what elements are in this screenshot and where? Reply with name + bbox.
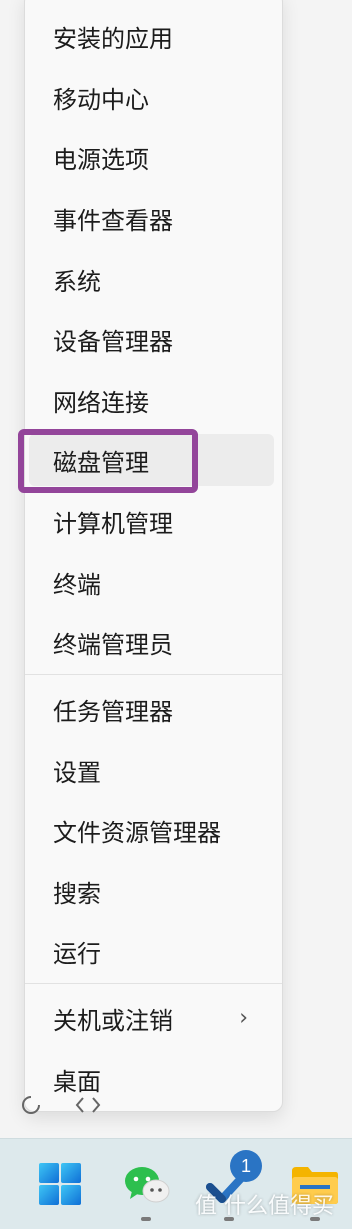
menu-item-label: 文件资源管理器: [53, 818, 221, 847]
menu-item-label: 设置: [53, 758, 101, 787]
menu-item-mobility-center[interactable]: 移动中心: [29, 71, 274, 123]
notification-badge: 1: [230, 1150, 262, 1182]
running-indicator: [141, 1217, 151, 1221]
menu-item-computer-management[interactable]: 计算机管理: [29, 495, 274, 547]
menu-separator: [25, 983, 282, 984]
menu-item-terminal-admin[interactable]: 终端管理员: [29, 616, 274, 668]
menu-item-label: 设备管理器: [53, 327, 173, 356]
menu-item-label: 终端管理员: [53, 630, 173, 659]
menu-item-label: 电源选项: [53, 145, 149, 174]
annotation-highlight-box: [18, 429, 198, 493]
menu-item-label: 任务管理器: [53, 697, 173, 726]
menu-item-label: 搜索: [53, 879, 101, 908]
menu-item-run[interactable]: 运行: [29, 925, 274, 977]
menu-item-event-viewer[interactable]: 事件查看器: [29, 192, 274, 244]
menu-item-label: 桌面: [53, 1067, 101, 1096]
menu-item-installed-apps[interactable]: 安装的应用: [29, 10, 274, 62]
menu-item-label: 终端: [53, 570, 101, 599]
chevron-right-icon: ›: [239, 1005, 248, 1031]
menu-item-search[interactable]: 搜索: [29, 865, 274, 917]
menu-item-label: 计算机管理: [53, 509, 173, 538]
menu-item-network-connections[interactable]: 网络连接: [29, 374, 274, 426]
desktop-peek-icons: [16, 1094, 126, 1124]
menu-item-task-manager[interactable]: 任务管理器: [29, 683, 274, 735]
menu-item-label: 安装的应用: [53, 24, 173, 53]
menu-item-terminal[interactable]: 终端: [29, 556, 274, 608]
menu-item-shutdown-signout[interactable]: 关机或注销 ›: [29, 992, 274, 1044]
menu-item-label: 关机或注销: [53, 1006, 173, 1035]
menu-item-power-options[interactable]: 电源选项: [29, 131, 274, 183]
watermark: 值 什么值得买: [195, 1194, 334, 1219]
menu-separator: [25, 674, 282, 675]
menu-item-label: 运行: [53, 939, 101, 968]
refresh-icon: [20, 1094, 42, 1121]
menu-item-label: 移动中心: [53, 85, 149, 114]
menu-item-label: 事件查看器: [53, 206, 173, 235]
windows-start-icon[interactable]: [37, 1161, 85, 1209]
menu-item-file-explorer[interactable]: 文件资源管理器: [29, 804, 274, 856]
code-icon: [74, 1094, 102, 1121]
menu-item-label: 网络连接: [53, 388, 149, 417]
wechat-icon[interactable]: [122, 1161, 170, 1209]
menu-item-settings[interactable]: 设置: [29, 744, 274, 796]
menu-item-device-manager[interactable]: 设备管理器: [29, 313, 274, 365]
menu-item-label: 系统: [53, 267, 101, 296]
menu-item-system[interactable]: 系统: [29, 253, 274, 305]
